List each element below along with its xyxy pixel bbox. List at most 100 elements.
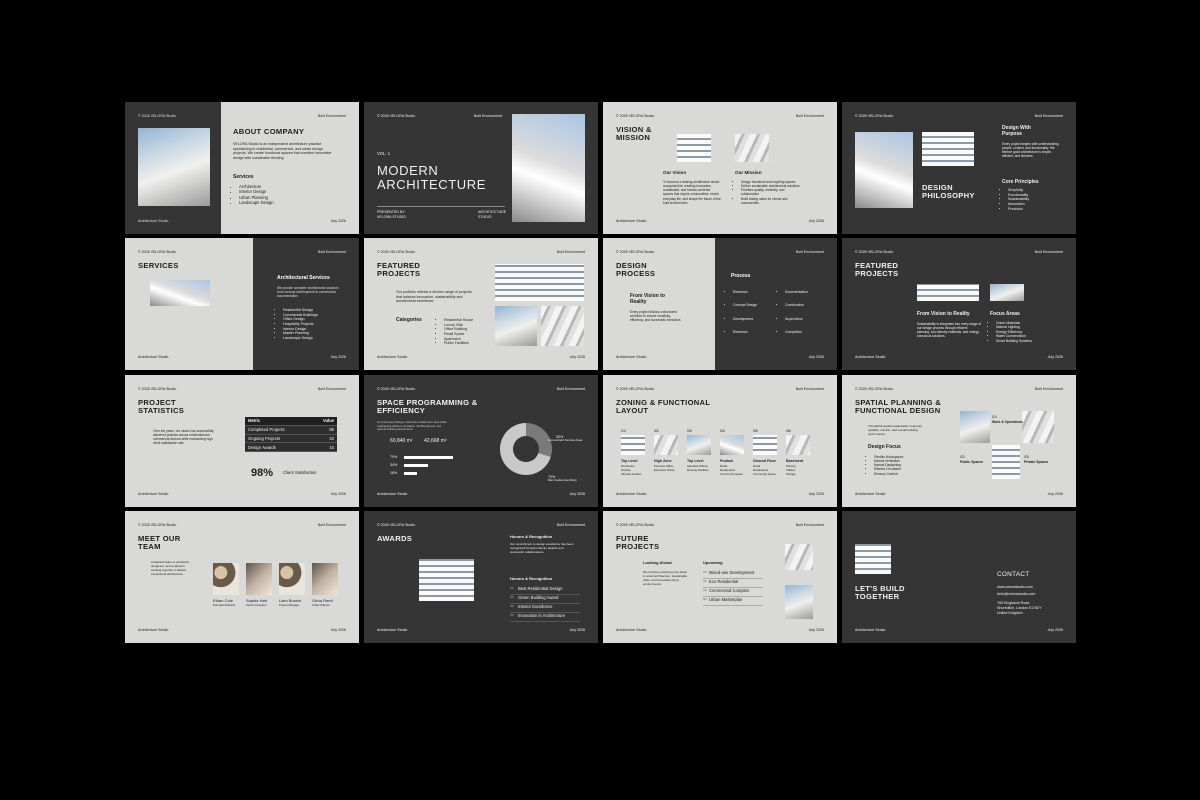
- zone-item: Skyview Garden: [621, 472, 642, 476]
- work-number: 01/: [992, 415, 997, 419]
- date-label: July 2026: [330, 218, 346, 223]
- zone-photo: [786, 435, 810, 455]
- website-link[interactable]: www.velorastudio.com: [997, 585, 1033, 589]
- slide-about-company[interactable]: © 2026 VELORA Studio Built Environment A…: [125, 102, 359, 234]
- slide-featured-projects[interactable]: © 2026 VELORA Studio Built Environment F…: [364, 238, 598, 370]
- cell-metric: Completed Projects: [248, 427, 285, 433]
- studio-label: Architecture Studio: [377, 354, 408, 359]
- copyright: © 2026 VELORA Studio: [377, 523, 416, 527]
- philosophy-photo-1: [855, 132, 913, 208]
- award-title: Best Residential Design: [518, 586, 563, 591]
- studio-label: Architecture Studio: [855, 491, 886, 496]
- slide-services[interactable]: © 2026 VELORA Studio Built Environment S…: [125, 238, 359, 370]
- honors-label-2: Honors & Recognition: [510, 576, 553, 581]
- private-number: 03/: [1024, 455, 1029, 459]
- title-line2: TEAM: [138, 542, 161, 551]
- slide-cover[interactable]: © 2026 VELORA Studio Built Environment V…: [364, 102, 598, 234]
- spatial-paragraph: Thoughtful spatial organization improves…: [868, 424, 922, 436]
- zone-photo: [687, 435, 711, 455]
- sustainability-paragraph: Sustainability is integrated into every …: [917, 322, 981, 339]
- contact-heading: CONTACT: [997, 571, 1030, 578]
- email-link[interactable]: hello@velorastudio.com: [997, 592, 1035, 596]
- table-row: Ongoing Projects 22: [245, 435, 337, 444]
- list-item: Hospitality Projects: [283, 322, 318, 327]
- slide-awards[interactable]: © 2026 VELORA Studio Built Environment A…: [364, 511, 598, 643]
- slide-zoning-layout[interactable]: © 2026 VELORA Studio Built Environment Z…: [603, 375, 837, 507]
- future-photo-1: [785, 544, 813, 570]
- slide-space-programming[interactable]: © 2026 VELORA Studio Built Environment S…: [364, 375, 598, 507]
- studio-label: Architecture Studio: [377, 627, 408, 632]
- divider: [377, 206, 505, 207]
- member-role: Principal Architect: [213, 603, 236, 607]
- volume-label: VOL. 1: [377, 151, 391, 156]
- list-item: Smart Building Systems: [996, 339, 1032, 343]
- zone-photo: [753, 435, 777, 455]
- zone-title: Podium: [720, 459, 734, 463]
- projects-paragraph: Our portfolio reflects a diverse range o…: [396, 290, 472, 304]
- slide-design-philosophy[interactable]: © 2026 VELORA Studio Built Environment D…: [842, 102, 1076, 234]
- cell-metric: Design Awards: [248, 444, 276, 450]
- slide-project-statistics[interactable]: © 2026 VELORA Studio Built Environment P…: [125, 375, 359, 507]
- team-paragraph: A talented team of architects, designers…: [151, 560, 190, 576]
- future-paragraph: We continue exploring new ideas in smart…: [643, 570, 688, 586]
- built-label: Built Environment: [317, 250, 346, 254]
- slide-vision-mission[interactable]: © 2026 VELORA Studio Built Environment V…: [603, 102, 837, 234]
- slide-contact[interactable]: LET'S BUILD TOGETHER CONTACT www.veloras…: [842, 511, 1076, 643]
- progress-bar: [404, 464, 428, 467]
- section-subtitle: From Vision to Reality: [917, 311, 970, 317]
- slide-team[interactable]: © 2026 VELORA Studio Built Environment M…: [125, 511, 359, 643]
- list-item: Construction: [785, 299, 808, 312]
- award-photo: [419, 559, 474, 601]
- title-line2: PROJECTS: [855, 269, 899, 278]
- list-item: Residential House: [444, 318, 473, 323]
- list-item: Research: [733, 286, 757, 299]
- focus-list: Green Materials Natural Lighting Energy …: [990, 321, 1032, 343]
- zone-number: 02/: [654, 429, 659, 433]
- process-paragraph: Every project follows a structured workf…: [630, 310, 682, 323]
- slide-spatial-planning[interactable]: © 2026 VELORA Studio Built Environment S…: [842, 375, 1076, 507]
- slide-featured-projects-2[interactable]: © 2026 VELORA Studio Built Environment F…: [842, 238, 1076, 370]
- cell-value: 85: [329, 427, 334, 433]
- zone-number: 03/: [687, 429, 692, 433]
- copyright: © 2026 VELORA Studio: [377, 250, 416, 254]
- list-item: Public Facilities: [444, 341, 473, 346]
- avatar: [246, 563, 272, 595]
- studio-label: Architecture Studio: [138, 627, 169, 632]
- address-line-2: Shoreditch, London E2 8DY: [997, 606, 1042, 610]
- avatar: [213, 563, 239, 595]
- zone-item: Meeting Facilities: [687, 468, 709, 472]
- metric-1: 60,840 m²: [390, 438, 413, 444]
- design-focus-list: Flexible Workspaces Natural Ventilation …: [868, 455, 903, 476]
- studio-label: Architecture Studio: [616, 491, 647, 496]
- services-list: Architecture Interior Design Urban Plann…: [233, 184, 274, 206]
- donut-chart: [500, 423, 552, 475]
- process-column-1: Research Concept Design Development Rese…: [727, 286, 757, 339]
- principles-list: Simplicity Functionality Sustainability …: [1002, 188, 1029, 211]
- slide-future-projects[interactable]: © 2026 VELORA Studio Built Environment F…: [603, 511, 837, 643]
- zone-item: Storage: [786, 472, 796, 476]
- zone-number: 01/: [621, 429, 626, 433]
- title-line2: STATISTICS: [138, 406, 185, 415]
- copyright: © 2026 VELORA Studio: [138, 523, 177, 527]
- member-role: Project Manager: [279, 603, 300, 607]
- principles-label: Core Principles: [1002, 179, 1039, 185]
- award-number: 01/: [510, 586, 514, 590]
- slide-design-process[interactable]: © 2026 VELORA Studio Built Environment D…: [603, 238, 837, 370]
- vision-photo: [677, 134, 711, 162]
- member-role: Interior Designer: [246, 603, 267, 607]
- date-label: July 2026: [1047, 354, 1063, 359]
- arch-label: ARCHITECTURE: [478, 210, 507, 214]
- member-role: Urban Planner: [312, 603, 331, 607]
- philosophy-photo-2: [922, 132, 974, 166]
- studio-label: Architecture Studio: [616, 627, 647, 632]
- date-label: July 2026: [808, 627, 824, 632]
- date-label: July 2026: [330, 354, 346, 359]
- slide-title: SERVICES: [138, 261, 179, 270]
- built-label: Built Environment: [317, 387, 346, 391]
- upcoming-label: Upcoming: [703, 560, 723, 565]
- cell-value: 15: [329, 444, 334, 450]
- copyright: © 2026 VELORA Studio: [138, 250, 177, 254]
- date-label: July 2026: [569, 354, 585, 359]
- presented-label: PRESENTED BY: [377, 210, 405, 214]
- award-title: Interior Excellence: [518, 604, 553, 609]
